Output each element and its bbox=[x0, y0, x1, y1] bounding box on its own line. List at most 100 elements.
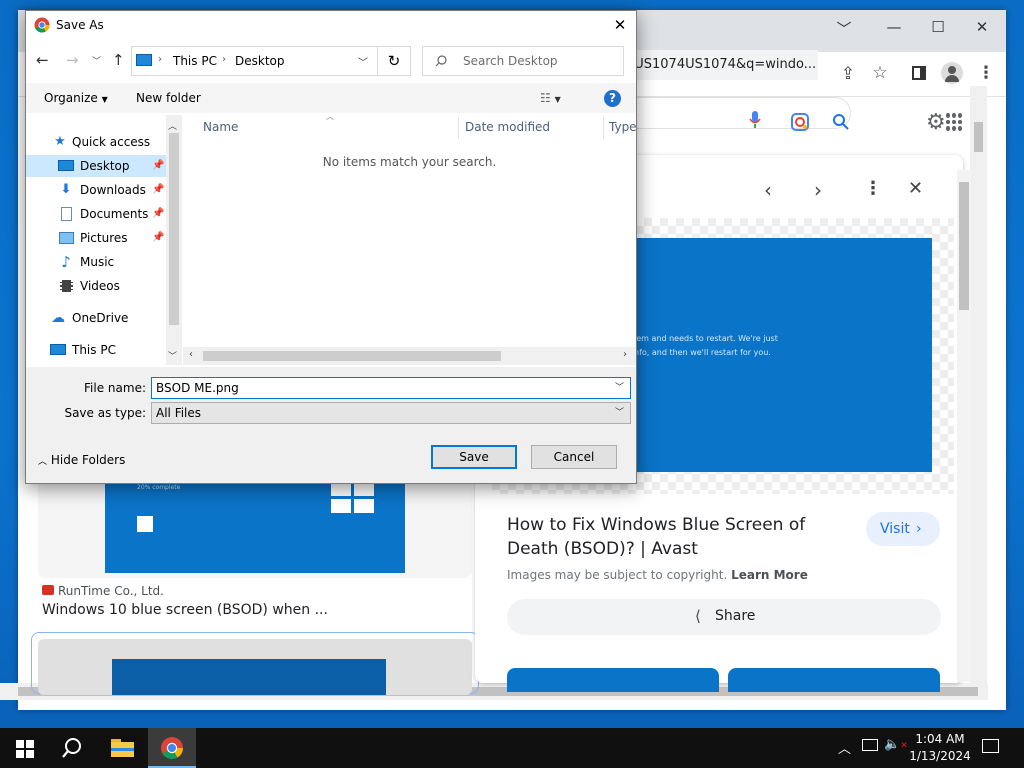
clock-date[interactable]: 1/13/2024 bbox=[908, 749, 972, 763]
share-label: Share bbox=[715, 608, 756, 624]
address-breadcrumb[interactable]: › This PC › Desktop ﹀ bbox=[131, 46, 378, 76]
taskbar-search-icon[interactable] bbox=[61, 737, 83, 759]
maximize-icon[interactable]: ☐ bbox=[918, 18, 958, 36]
nav-scrollbar-thumb[interactable] bbox=[169, 133, 179, 325]
download-icon: ⬇ bbox=[60, 182, 72, 197]
back-arrow-icon[interactable]: ← bbox=[36, 51, 49, 69]
computer-icon bbox=[50, 342, 66, 358]
selected-image-card[interactable] bbox=[31, 632, 479, 695]
chevron-up-icon: ︿ bbox=[38, 457, 48, 467]
nav-item-onedrive[interactable]: ☁ OneDrive bbox=[26, 307, 166, 329]
profile-avatar-icon[interactable] bbox=[941, 62, 963, 84]
scroll-up-icon[interactable]: ︿ bbox=[168, 119, 177, 132]
up-arrow-icon[interactable]: ↑ bbox=[112, 51, 125, 69]
nav-item-videos[interactable]: Videos bbox=[26, 275, 166, 297]
help-icon[interactable]: ? bbox=[604, 90, 621, 107]
notification-center-icon[interactable] bbox=[982, 739, 999, 753]
bsod-thumbnail[interactable]: 20% complete bbox=[105, 470, 405, 573]
column-type[interactable]: Type bbox=[609, 111, 637, 143]
close-preview-icon[interactable]: ✕ bbox=[908, 178, 923, 199]
related-image-1[interactable] bbox=[507, 668, 719, 692]
bookmark-star-icon[interactable]: ☆ bbox=[866, 63, 894, 83]
recent-locations-icon[interactable]: ﹀ bbox=[92, 54, 101, 67]
start-windows-icon[interactable] bbox=[16, 740, 34, 758]
file-name-input[interactable]: BSOD ME.png ﹀ bbox=[151, 377, 631, 399]
forward-arrow-icon[interactable]: → bbox=[66, 51, 79, 69]
menu-kebab-icon[interactable]: ⋮ bbox=[972, 63, 1000, 83]
chevron-down-icon[interactable]: ﹀ bbox=[615, 378, 624, 398]
search-icon[interactable] bbox=[832, 113, 850, 131]
tray-chevron-up-icon[interactable]: ︿ bbox=[838, 738, 851, 757]
refresh-icon[interactable]: ↻ bbox=[377, 46, 411, 76]
next-image-icon[interactable]: › bbox=[814, 178, 822, 202]
lens-camera-icon[interactable] bbox=[790, 112, 810, 132]
share-page-icon[interactable]: ⇪ bbox=[834, 64, 862, 84]
windows-logo-icon bbox=[331, 482, 375, 514]
dialog-close-icon[interactable]: ✕ bbox=[606, 13, 634, 37]
hide-folders-toggle[interactable]: ︿ Hide Folders bbox=[38, 453, 125, 467]
google-search-box[interactable] bbox=[600, 97, 851, 129]
side-panel-icon[interactable] bbox=[912, 66, 926, 80]
nav-item-documents[interactable]: Documents 📌 bbox=[26, 203, 166, 225]
nav-item-quick-access[interactable]: ★ Quick access bbox=[26, 131, 166, 153]
learn-more-link[interactable]: Learn More bbox=[731, 568, 808, 582]
share-button[interactable]: ⟨ Share bbox=[507, 599, 941, 635]
clock-time[interactable]: 1:04 AM bbox=[910, 732, 970, 746]
organize-button[interactable]: Organize ▼ bbox=[44, 91, 108, 105]
previous-image-icon[interactable]: ‹ bbox=[764, 178, 772, 202]
page-scrollbar-thumb[interactable] bbox=[974, 122, 983, 152]
settings-gear-icon[interactable]: ⚙ bbox=[926, 110, 946, 135]
nav-item-this-pc[interactable]: This PC bbox=[26, 339, 166, 361]
result-source: RunTime Co., Ltd. bbox=[58, 584, 164, 598]
bsod-preview-image[interactable]: lem and needs to restart. We're just nfo… bbox=[634, 238, 932, 472]
share-icon: ⟨ bbox=[695, 607, 701, 625]
file-explorer-icon[interactable] bbox=[111, 739, 134, 757]
column-date-modified[interactable]: Date modified bbox=[465, 111, 550, 143]
minimize-icon[interactable]: — bbox=[874, 18, 914, 36]
breadcrumb-dropdown-icon[interactable]: ﹀ bbox=[358, 54, 368, 69]
result-card-title[interactable]: How to Fix Windows Blue Screen of Death … bbox=[507, 513, 857, 561]
panel-scrollbar[interactable] bbox=[957, 170, 971, 682]
network-icon[interactable] bbox=[862, 739, 878, 751]
chevron-right-icon: › bbox=[916, 521, 922, 537]
volume-muted-icon[interactable]: 🔈✕ bbox=[884, 737, 908, 752]
view-options-icon[interactable]: ☷ ▼ bbox=[540, 91, 561, 105]
chevron-down-icon[interactable]: ﹀ bbox=[615, 403, 624, 423]
related-image-2[interactable] bbox=[728, 668, 940, 692]
result-title[interactable]: Windows 10 blue screen (BSOD) when ... bbox=[42, 602, 328, 618]
page-scrollbar[interactable] bbox=[970, 86, 987, 686]
file-list-hscrollbar[interactable]: ‹ › bbox=[183, 347, 636, 365]
cancel-button[interactable]: Cancel bbox=[531, 445, 617, 469]
column-divider bbox=[603, 117, 604, 139]
pin-icon: 📌 bbox=[152, 232, 165, 243]
visit-button[interactable]: Visit › bbox=[866, 512, 940, 546]
nav-item-downloads[interactable]: ⬇ Downloads 📌 bbox=[26, 179, 166, 201]
breadcrumb-desktop[interactable]: Desktop bbox=[235, 54, 285, 68]
panel-scrollbar-thumb[interactable] bbox=[959, 182, 969, 310]
nav-item-pictures[interactable]: Pictures 📌 bbox=[26, 227, 166, 249]
file-list-hscroll-thumb[interactable] bbox=[203, 351, 501, 361]
nav-scrollbar[interactable]: ︿ ﹀ bbox=[166, 115, 182, 365]
nav-item-music[interactable]: ♪ Music bbox=[26, 251, 166, 273]
save-as-type-select[interactable]: All Files ﹀ bbox=[151, 402, 631, 424]
apps-grid-icon[interactable] bbox=[946, 113, 964, 131]
close-icon[interactable]: ✕ bbox=[962, 18, 1002, 36]
file-list: ︿ Name Date modified Type No items match… bbox=[183, 111, 637, 366]
search-desktop-input[interactable]: Search Desktop bbox=[422, 46, 624, 76]
scroll-right-icon[interactable]: › bbox=[623, 349, 627, 360]
save-as-dialog: Save As ✕ ← → ﹀ ↑ › This PC › Desktop ﹀ … bbox=[25, 10, 637, 484]
more-options-icon[interactable]: ⋮ bbox=[864, 178, 882, 199]
microphone-icon[interactable] bbox=[748, 110, 762, 130]
tab-search-icon[interactable]: ﹀ bbox=[824, 18, 864, 39]
breadcrumb-this-pc[interactable]: This PC bbox=[173, 54, 217, 68]
column-divider bbox=[458, 117, 459, 139]
save-as-type-label: Save as type: bbox=[64, 406, 146, 420]
column-name[interactable]: Name bbox=[203, 111, 238, 143]
new-folder-button[interactable]: New folder bbox=[136, 91, 201, 105]
computer-icon bbox=[136, 54, 152, 66]
scroll-left-icon[interactable]: ‹ bbox=[189, 349, 193, 360]
save-button[interactable]: Save bbox=[431, 445, 517, 469]
taskbar-chrome-button[interactable] bbox=[148, 728, 196, 768]
scroll-down-icon[interactable]: ﹀ bbox=[168, 349, 177, 362]
nav-item-desktop[interactable]: Desktop 📌 bbox=[26, 155, 166, 177]
